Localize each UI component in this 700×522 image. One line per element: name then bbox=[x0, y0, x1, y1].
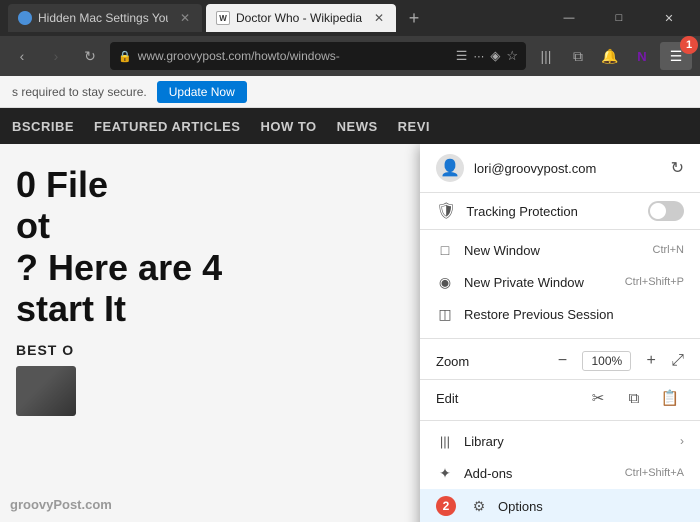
menu-item-library[interactable]: ||| Library › bbox=[420, 425, 700, 457]
best-of-label: BEST O bbox=[16, 342, 74, 358]
update-message: s required to stay secure. bbox=[12, 85, 147, 99]
back-button[interactable]: ‹ bbox=[8, 42, 36, 70]
zoom-minus-button[interactable]: − bbox=[550, 349, 574, 373]
edit-row: Edit ✂ ⧉ 📋 bbox=[420, 379, 700, 416]
account-avatar: 👤 bbox=[436, 154, 464, 182]
library-toolbar-icon[interactable]: ||| bbox=[532, 42, 560, 70]
zoom-expand-icon[interactable]: ⤢ bbox=[671, 352, 684, 370]
toolbar-icons: ||| ⧉ 🔔 N ☰ 1 bbox=[532, 42, 692, 70]
nav-featured[interactable]: FEATURED ARTICLES bbox=[94, 119, 240, 134]
options-badge: 2 bbox=[436, 496, 456, 516]
maximize-button[interactable]: □ bbox=[596, 0, 642, 36]
thumbnail-1 bbox=[16, 366, 76, 416]
paste-icon[interactable]: 📋 bbox=[656, 386, 684, 410]
menu-section-windows: □ New Window Ctrl+N ◉ New Private Window… bbox=[420, 230, 700, 334]
logo-text: groovyPost.com bbox=[10, 497, 112, 512]
pocket-icon: ◈ bbox=[490, 48, 500, 64]
account-refresh-icon[interactable]: ↻ bbox=[671, 158, 684, 178]
new-window-shortcut: Ctrl+N bbox=[653, 244, 684, 256]
hamburger-icon: ☰ bbox=[670, 48, 683, 65]
zoom-plus-button[interactable]: + bbox=[639, 349, 663, 373]
address-text: www.groovypost.com/howto/windows- bbox=[138, 49, 340, 63]
title-bar: Hidden Mac Settings You Ca... ✕ W Doctor… bbox=[0, 0, 700, 36]
zoom-value: 100% bbox=[582, 351, 631, 371]
menu-item-new-window[interactable]: □ New Window Ctrl+N bbox=[420, 234, 700, 266]
new-tab-button[interactable]: + bbox=[400, 4, 428, 32]
menu-badge: 1 bbox=[680, 36, 698, 54]
tracking-toggle[interactable] bbox=[648, 201, 684, 221]
notifications-icon[interactable]: 🔔 bbox=[596, 42, 624, 70]
restore-session-label: Restore Previous Session bbox=[464, 307, 684, 322]
edit-label: Edit bbox=[436, 391, 576, 406]
shield-icon: 🛡 bbox=[436, 201, 456, 221]
tab-groovy-close[interactable]: ✕ bbox=[178, 11, 192, 25]
nav-howto[interactable]: HOW TO bbox=[260, 119, 316, 134]
library-arrow-icon: › bbox=[680, 434, 684, 448]
private-window-shortcut: Ctrl+Shift+P bbox=[625, 276, 684, 288]
nav-reviews[interactable]: REVI bbox=[398, 119, 430, 134]
divider-2 bbox=[420, 420, 700, 421]
options-icon: ⚙ bbox=[470, 497, 488, 515]
close-button[interactable]: ✕ bbox=[646, 0, 692, 36]
tab-groovy[interactable]: Hidden Mac Settings You Ca... ✕ bbox=[8, 4, 202, 32]
menu-item-restore-session[interactable]: ◫ Restore Previous Session bbox=[420, 298, 700, 330]
tab-wiki[interactable]: W Doctor Who - Wikipedia ✕ bbox=[206, 4, 396, 32]
tab-wiki-label: Doctor Who - Wikipedia bbox=[236, 11, 362, 25]
onenote-icon[interactable]: N bbox=[628, 42, 656, 70]
tab-groovy-label: Hidden Mac Settings You Ca... bbox=[38, 11, 168, 25]
site-nav: BSCRIBE FEATURED ARTICLES HOW TO NEWS RE… bbox=[0, 108, 700, 144]
update-now-button[interactable]: Update Now bbox=[157, 81, 247, 103]
restore-session-icon: ◫ bbox=[436, 305, 454, 323]
groovy-logo: groovyPost.com bbox=[10, 493, 112, 514]
browser-window: Hidden Mac Settings You Ca... ✕ W Doctor… bbox=[0, 0, 700, 522]
minimize-button[interactable]: — bbox=[546, 0, 592, 36]
private-window-icon: ◉ bbox=[436, 273, 454, 291]
library-label: Library bbox=[464, 434, 670, 449]
synced-tabs-icon[interactable]: ⧉ bbox=[564, 42, 592, 70]
tab-favicon-groovy bbox=[18, 11, 32, 25]
cut-icon[interactable]: ✂ bbox=[584, 386, 612, 410]
addons-shortcut: Ctrl+Shift+A bbox=[625, 467, 684, 479]
tab-favicon-wiki: W bbox=[216, 11, 230, 25]
account-email: lori@groovypost.com bbox=[474, 161, 661, 176]
lock-icon: 🔒 bbox=[118, 50, 132, 63]
tab-wiki-close[interactable]: ✕ bbox=[372, 11, 386, 25]
new-window-icon: □ bbox=[436, 241, 454, 259]
zoom-label: Zoom bbox=[436, 354, 542, 369]
page-content: 0 File ot ? Here are 4 start It BEST O g… bbox=[0, 144, 700, 522]
menu-button[interactable]: ☰ 1 bbox=[660, 42, 692, 70]
address-bar[interactable]: 🔒 www.groovypost.com/howto/windows- ☰ ⋯ … bbox=[110, 42, 526, 70]
copy-icon[interactable]: ⧉ bbox=[620, 386, 648, 410]
divider-1 bbox=[420, 338, 700, 339]
tracking-label: Tracking Protection bbox=[466, 204, 638, 219]
page-action-icon: ☰ bbox=[456, 48, 468, 64]
bookmark-icon: ☆ bbox=[506, 48, 518, 64]
dropdown-menu: 👤 lori@groovypost.com ↻ 🛡 Tracking Prote… bbox=[420, 144, 700, 522]
options-label: Options bbox=[498, 499, 684, 514]
zoom-row: Zoom − 100% + ⤢ bbox=[420, 343, 700, 379]
nav-subscribe[interactable]: BSCRIBE bbox=[12, 119, 74, 134]
menu-item-private-window[interactable]: ◉ New Private Window Ctrl+Shift+P bbox=[420, 266, 700, 298]
menu-item-options[interactable]: 2 ⚙ Options bbox=[420, 489, 700, 522]
addons-icon: ✦ bbox=[436, 464, 454, 482]
tracking-protection-row[interactable]: 🛡 Tracking Protection bbox=[420, 193, 700, 230]
refresh-button[interactable]: ↻ bbox=[76, 42, 104, 70]
private-window-label: New Private Window bbox=[464, 275, 615, 290]
account-row[interactable]: 👤 lori@groovypost.com ↻ bbox=[420, 144, 700, 193]
toolbar: ‹ › ↻ 🔒 www.groovypost.com/howto/windows… bbox=[0, 36, 700, 76]
menu-item-addons[interactable]: ✦ Add-ons Ctrl+Shift+A bbox=[420, 457, 700, 489]
nav-news[interactable]: NEWS bbox=[337, 119, 378, 134]
addons-label: Add-ons bbox=[464, 466, 615, 481]
new-window-label: New Window bbox=[464, 243, 643, 258]
update-bar: s required to stay secure. Update Now bbox=[0, 76, 700, 108]
reader-icon: ⋯ bbox=[473, 50, 484, 63]
library-icon: ||| bbox=[436, 432, 454, 450]
forward-button[interactable]: › bbox=[42, 42, 70, 70]
